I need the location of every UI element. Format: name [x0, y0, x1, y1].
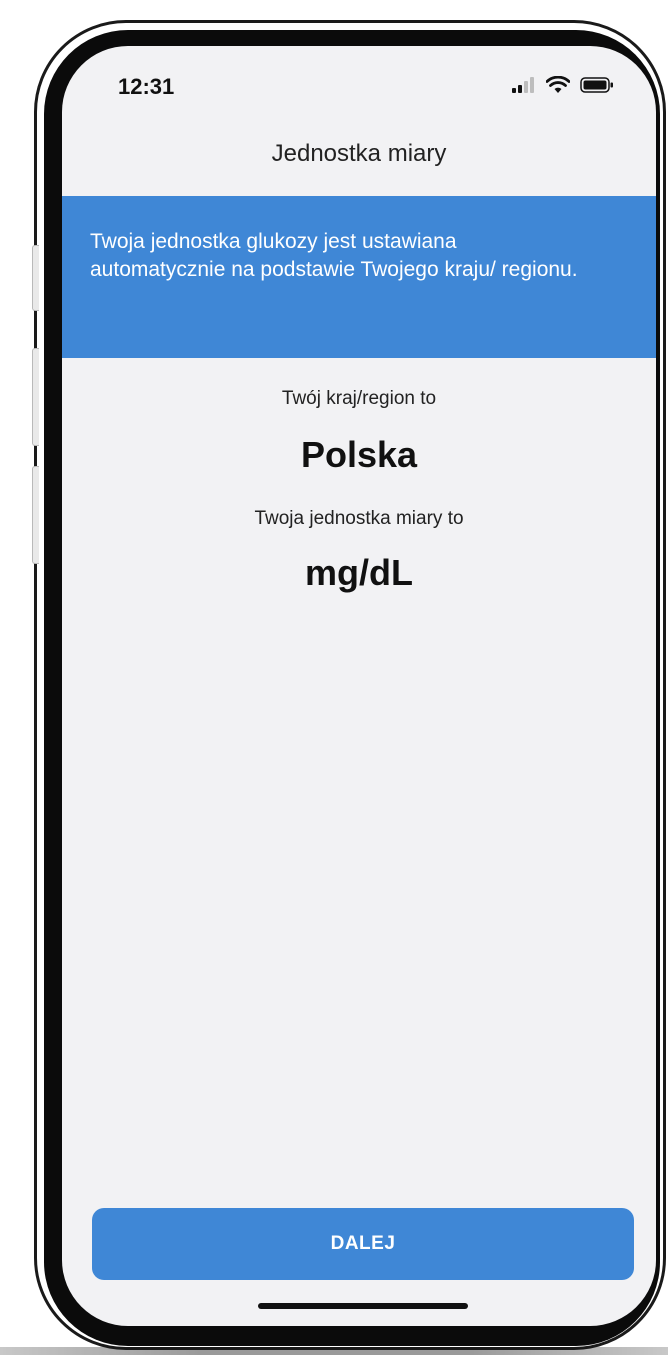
country-value: Polska: [300, 434, 418, 475]
info-banner-text: Twoja jednostka glukozy jest ustawiana a…: [90, 230, 578, 281]
unit-label: Twoja jednostka miary to: [254, 508, 464, 529]
status-time: 12:31: [118, 74, 175, 99]
status-icons: [512, 76, 614, 94]
unit-value: mg/dL: [305, 552, 413, 593]
phone-screen: 12:31 Jednostka miary Twoja jednostka gl…: [62, 46, 656, 1326]
side-button-volume-up: [32, 348, 39, 446]
side-button-mute: [32, 245, 39, 311]
wifi-icon: [546, 76, 570, 93]
next-button[interactable]: DALEJ: [92, 1208, 634, 1280]
side-button-volume-down: [32, 466, 39, 564]
cellular-signal-icon: [512, 77, 534, 93]
battery-icon: [580, 77, 613, 93]
country-label: Twój kraj/region to: [281, 388, 437, 409]
status-bar: 12:31: [62, 46, 656, 136]
info-banner: Twoja jednostka glukozy jest ustawiana a…: [62, 196, 656, 358]
page-title: Jednostka miary: [271, 140, 447, 167]
home-indicator[interactable]: [258, 1303, 468, 1309]
